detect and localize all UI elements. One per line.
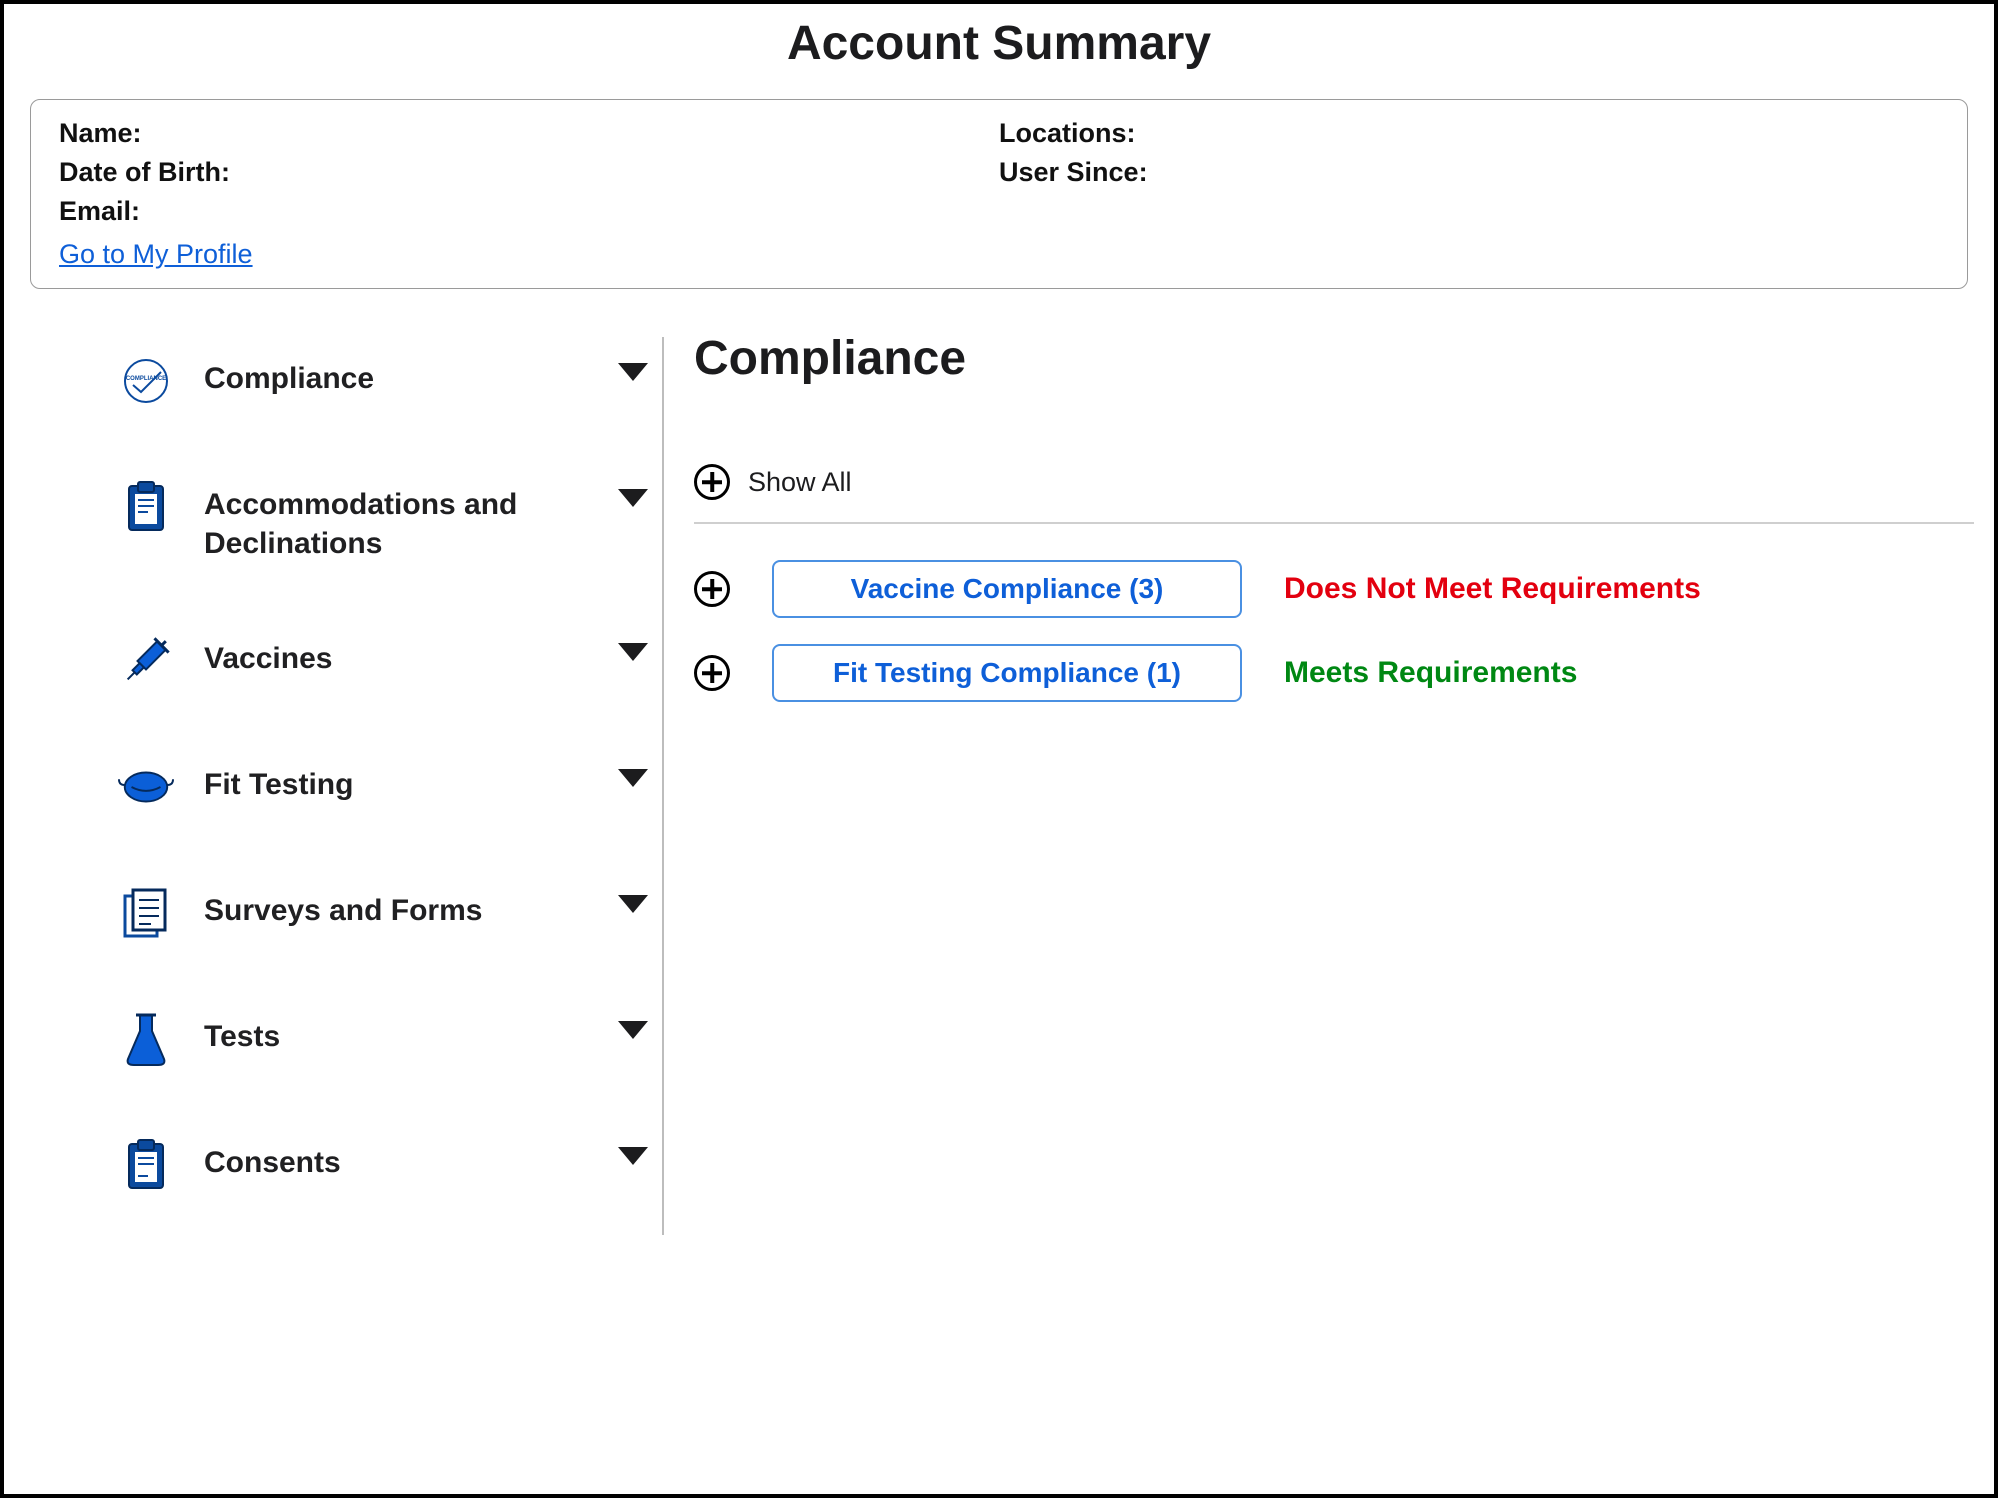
profile-user-since-label: User Since: xyxy=(999,157,1939,188)
sidebar-item-vaccines[interactable]: Vaccines xyxy=(118,605,648,731)
sidebar: COMPLIANCE Compliance xyxy=(24,337,664,1235)
sidebar-item-fit-testing[interactable]: Fit Testing xyxy=(118,731,648,857)
sidebar-item-label: Compliance xyxy=(204,353,606,398)
page-title: Account Summary xyxy=(24,16,1974,71)
expand-row-button[interactable] xyxy=(694,571,730,607)
profile-email-label: Email: xyxy=(59,196,999,227)
sidebar-item-label: Fit Testing xyxy=(204,759,606,804)
chevron-down-icon xyxy=(618,633,648,661)
compliance-row: Fit Testing Compliance (1) Meets Require… xyxy=(694,644,1974,702)
plus-circle-icon xyxy=(694,464,730,500)
clipboard-icon xyxy=(118,1137,174,1193)
show-all-label: Show All xyxy=(748,467,852,498)
compliance-row: Vaccine Compliance (3) Does Not Meet Req… xyxy=(694,560,1974,618)
sidebar-item-accommodations[interactable]: Accommodations and Declinations xyxy=(118,451,648,605)
forms-icon xyxy=(118,885,174,941)
sidebar-item-label: Consents xyxy=(204,1137,606,1182)
sidebar-item-label: Vaccines xyxy=(204,633,606,678)
fit-testing-compliance-button[interactable]: Fit Testing Compliance (1) xyxy=(772,644,1242,702)
chevron-down-icon xyxy=(618,759,648,787)
show-all-toggle[interactable]: Show All xyxy=(694,464,1974,524)
sidebar-item-consents[interactable]: Consents xyxy=(118,1109,648,1235)
profile-name-label: Name: xyxy=(59,118,999,149)
profile-summary-box: Name: Date of Birth: Email: Go to My Pro… xyxy=(30,99,1968,289)
go-to-my-profile-link[interactable]: Go to My Profile xyxy=(59,239,253,270)
profile-dob-label: Date of Birth: xyxy=(59,157,999,188)
chevron-down-icon xyxy=(618,479,648,507)
clipboard-icon xyxy=(118,479,174,535)
section-title: Compliance xyxy=(694,331,1974,386)
compliance-status: Meets Requirements xyxy=(1284,656,1577,690)
sidebar-item-tests[interactable]: Tests xyxy=(118,983,648,1109)
compliance-status: Does Not Meet Requirements xyxy=(1284,572,1701,606)
chevron-down-icon xyxy=(618,1137,648,1165)
compliance-icon: COMPLIANCE xyxy=(118,353,174,409)
main-panel: Compliance Show All Vaccine Compliance (… xyxy=(664,337,1974,1235)
flask-icon xyxy=(118,1011,174,1067)
vaccine-compliance-button[interactable]: Vaccine Compliance (3) xyxy=(772,560,1242,618)
mask-icon xyxy=(118,759,174,815)
sidebar-item-compliance[interactable]: COMPLIANCE Compliance xyxy=(118,337,648,451)
svg-text:COMPLIANCE: COMPLIANCE xyxy=(126,376,166,382)
chevron-down-icon xyxy=(618,885,648,913)
chevron-down-icon xyxy=(618,1011,648,1039)
profile-locations-label: Locations: xyxy=(999,118,1939,149)
expand-row-button[interactable] xyxy=(694,655,730,691)
chevron-down-icon xyxy=(618,353,648,381)
sidebar-item-label: Surveys and Forms xyxy=(204,885,606,930)
syringe-icon xyxy=(118,633,174,689)
sidebar-item-label: Accommodations and Declinations xyxy=(204,479,606,563)
sidebar-item-surveys-forms[interactable]: Surveys and Forms xyxy=(118,857,648,983)
sidebar-item-label: Tests xyxy=(204,1011,606,1056)
